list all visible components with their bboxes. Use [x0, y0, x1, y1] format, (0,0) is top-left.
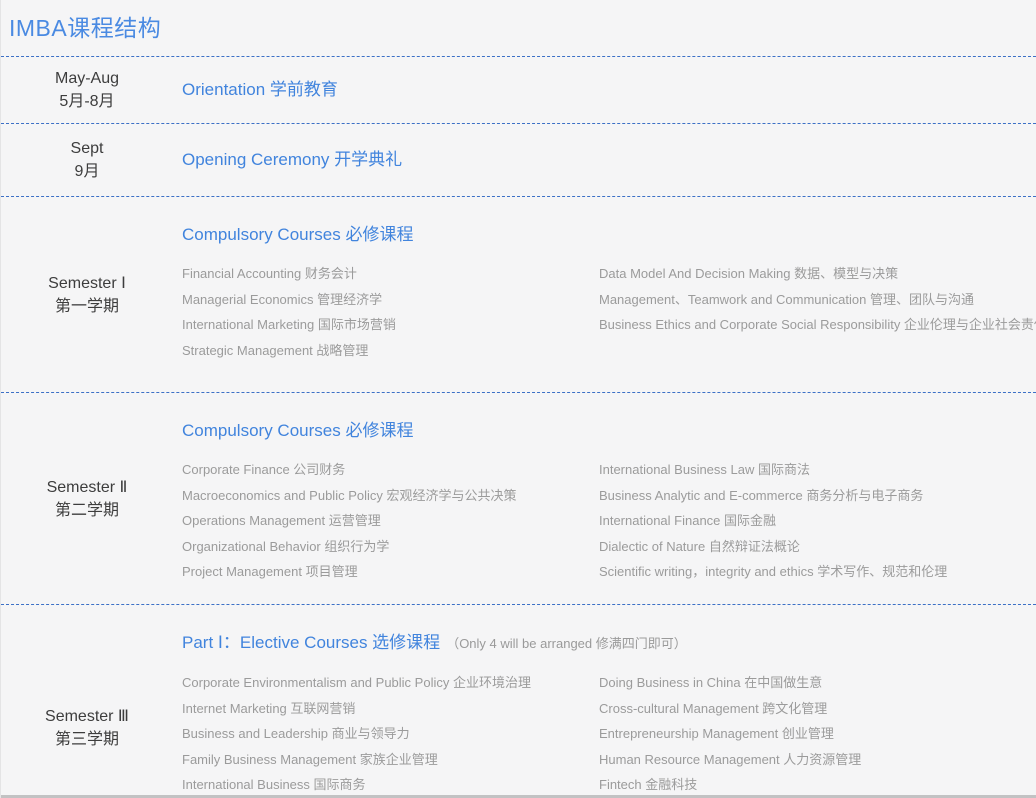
course-item: Internet Marketing 互联网营销 — [182, 696, 599, 722]
semester-label-en: Semester Ⅰ — [48, 272, 126, 295]
course-item: International Business 国际商务 — [182, 772, 599, 798]
course-grid: Corporate Finance 公司财务 Macroeconomics an… — [182, 457, 1036, 585]
row-heading: Orientation 学前教育 — [182, 78, 338, 102]
section-heading: Compulsory Courses 必修课程 — [182, 419, 1036, 443]
semester-2-row: Semester Ⅱ 第二学期 Compulsory Courses 必修课程 … — [1, 392, 1036, 604]
course-column-right: International Business Law 国际商法 Business… — [599, 457, 1036, 585]
semester-3-row: Semester Ⅲ 第三学期 Part Ⅰ：Elective Courses … — [1, 604, 1036, 798]
course-item: Operations Management 运营管理 — [182, 508, 599, 534]
page-title: IMBA课程结构 — [1, 0, 1036, 56]
semester-label-zh: 第三学期 — [55, 728, 119, 751]
semester-1-row: Semester Ⅰ 第一学期 Compulsory Courses 必修课程 … — [1, 196, 1036, 392]
semester-label-en: Semester Ⅲ — [45, 705, 129, 728]
course-item: Corporate Environmentalism and Public Po… — [182, 670, 599, 696]
period-label-zh: 5月-8月 — [59, 90, 114, 113]
course-item: Family Business Management 家族企业管理 — [182, 747, 599, 773]
course-column-left: Corporate Environmentalism and Public Po… — [182, 670, 599, 798]
period-label: May-Aug 5月-8月 — [1, 57, 173, 123]
course-item: Management、Teamwork and Communication 管理… — [599, 287, 1036, 313]
course-item: Project Management 项目管理 — [182, 559, 599, 585]
course-item: Strategic Management 战略管理 — [182, 338, 599, 364]
course-item: Business Analytic and E-commerce 商务分析与电子… — [599, 483, 1036, 509]
course-item: Entrepreneurship Management 创业管理 — [599, 721, 1036, 747]
section-heading-note: （Only 4 will be arranged 修满四门即可） — [446, 636, 687, 651]
course-item: Data Model And Decision Making 数据、模型与决策 — [599, 261, 1036, 287]
semester-label-en: Semester Ⅱ — [47, 476, 128, 499]
course-item: Managerial Economics 管理经济学 — [182, 287, 599, 313]
course-item: Business and Leadership 商业与领导力 — [182, 721, 599, 747]
course-item: Business Ethics and Corporate Social Res… — [599, 312, 1036, 338]
course-item: Scientific writing，integrity and ethics … — [599, 559, 1036, 585]
row-heading: Opening Ceremony 开学典礼 — [182, 148, 402, 172]
course-item: Doing Business in China 在中国做生意 — [599, 670, 1036, 696]
period-label-en: Sept — [71, 137, 104, 160]
period-row-opening-ceremony: Sept 9月 Opening Ceremony 开学典礼 — [1, 123, 1036, 196]
course-item: International Finance 国际金融 — [599, 508, 1036, 534]
semester-label: Semester Ⅱ 第二学期 — [1, 393, 173, 604]
course-item: Cross-cultural Management 跨文化管理 — [599, 696, 1036, 722]
course-item: Fintech 金融科技 — [599, 772, 1036, 798]
course-item: Human Resource Management 人力资源管理 — [599, 747, 1036, 773]
course-grid: Corporate Environmentalism and Public Po… — [182, 670, 1036, 798]
course-item: Corporate Finance 公司财务 — [182, 457, 599, 483]
semester-label: Semester Ⅲ 第三学期 — [1, 605, 173, 798]
course-item: Macroeconomics and Public Policy 宏观经济学与公… — [182, 483, 599, 509]
semester-label-zh: 第二学期 — [55, 499, 119, 522]
course-column-right: Doing Business in China 在中国做生意 Cross-cul… — [599, 670, 1036, 798]
course-item: Dialectic of Nature 自然辩证法概论 — [599, 534, 1036, 560]
period-label-zh: 9月 — [75, 160, 100, 183]
section-heading: Compulsory Courses 必修课程 — [182, 223, 1036, 247]
period-label-en: May-Aug — [55, 67, 119, 90]
course-item: International Marketing 国际市场营销 — [182, 312, 599, 338]
section-heading: Part Ⅰ：Elective Courses 选修课程 （Only 4 will… — [182, 631, 1036, 656]
semester-label: Semester Ⅰ 第一学期 — [1, 197, 173, 392]
course-column-right: Data Model And Decision Making 数据、模型与决策 … — [599, 261, 1036, 363]
semester-label-zh: 第一学期 — [55, 295, 119, 318]
section-heading-text: Part Ⅰ：Elective Courses 选修课程 — [182, 633, 440, 652]
course-grid: Financial Accounting 财务会计 Managerial Eco… — [182, 261, 1036, 363]
course-item: Organizational Behavior 组织行为学 — [182, 534, 599, 560]
course-column-left: Corporate Finance 公司财务 Macroeconomics an… — [182, 457, 599, 585]
period-row-orientation: May-Aug 5月-8月 Orientation 学前教育 — [1, 56, 1036, 123]
course-item: International Business Law 国际商法 — [599, 457, 1036, 483]
period-label: Sept 9月 — [1, 124, 173, 196]
course-column-left: Financial Accounting 财务会计 Managerial Eco… — [182, 261, 599, 363]
course-item: Financial Accounting 财务会计 — [182, 261, 599, 287]
